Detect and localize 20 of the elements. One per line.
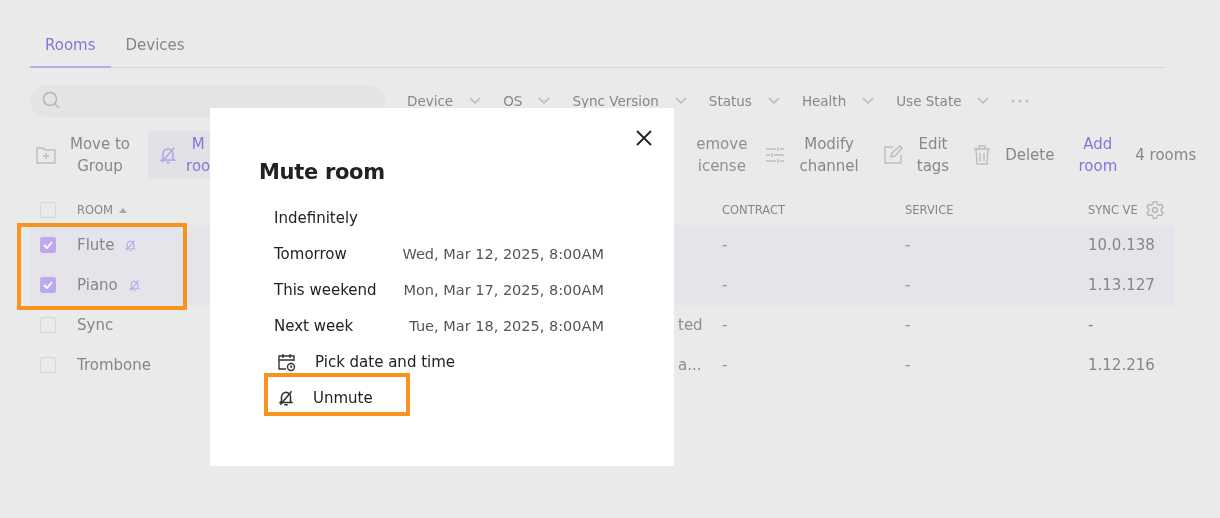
- table-cell: -: [905, 276, 911, 294]
- dialog-title: Mute room: [259, 159, 386, 186]
- table-cell: -: [722, 276, 728, 294]
- table-cell: -: [722, 356, 728, 374]
- table-cell: -: [722, 236, 728, 254]
- room-count: 4 rooms: [1135, 146, 1197, 164]
- table-cell-text: ted: [677, 316, 703, 334]
- table-cell: -: [1088, 316, 1094, 334]
- table-cell: 1.12.216: [1088, 356, 1155, 374]
- room-name: Flute: [77, 236, 115, 254]
- table-cell-text: a...: [677, 356, 702, 374]
- table-cell: 1.13.127: [1088, 276, 1155, 294]
- table-cell: -: [905, 316, 911, 334]
- table-cell: -: [722, 316, 728, 334]
- room-name: Piano: [77, 276, 118, 294]
- room-name: Trombone: [77, 356, 152, 374]
- room-name: Sync: [77, 316, 114, 334]
- table-cell: -: [905, 356, 911, 374]
- table-cell: 10.0.138: [1088, 236, 1155, 254]
- table-cell: -: [905, 236, 911, 254]
